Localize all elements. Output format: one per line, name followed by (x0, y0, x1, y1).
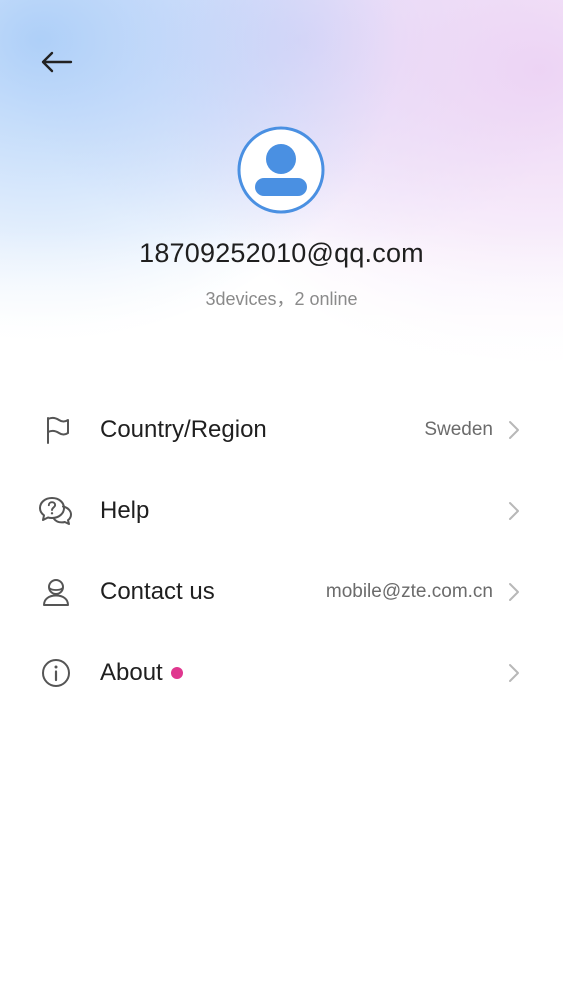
chevron-right-icon (507, 501, 521, 521)
contact-email-value: mobile@zte.com.cn (325, 580, 493, 602)
back-arrow-icon (41, 51, 73, 73)
account-email: 18709252010@qq.com (139, 238, 424, 268)
device-status: 3devices，2 online (205, 289, 358, 309)
chevron-right-icon (507, 663, 521, 683)
back-button[interactable] (36, 42, 76, 82)
help-chat-icon (38, 493, 74, 529)
menu-item-contact-us[interactable]: Contact us mobile@zte.com.cn (0, 551, 563, 632)
notification-dot (170, 666, 183, 679)
menu-item-about[interactable]: About (0, 632, 563, 713)
flag-icon (38, 412, 74, 448)
menu-item-help[interactable]: Help (0, 470, 563, 551)
info-icon (38, 655, 74, 691)
user-avatar-icon (237, 126, 325, 214)
country-value: Sweden (424, 418, 493, 440)
menu-item-label: Help (100, 496, 150, 524)
chevron-right-icon (507, 582, 521, 602)
contact-person-icon (38, 574, 74, 610)
about-label: About (100, 658, 163, 686)
menu-item-country-region[interactable]: Country/Region Sweden (0, 389, 563, 470)
menu-item-label: Country/Region (100, 415, 267, 443)
settings-menu: Country/Region Sweden Help Contact us mo… (0, 389, 563, 713)
chevron-right-icon (507, 420, 521, 440)
menu-item-label: About (100, 659, 183, 687)
menu-item-label: Contact us (100, 577, 215, 605)
avatar[interactable] (237, 126, 325, 214)
